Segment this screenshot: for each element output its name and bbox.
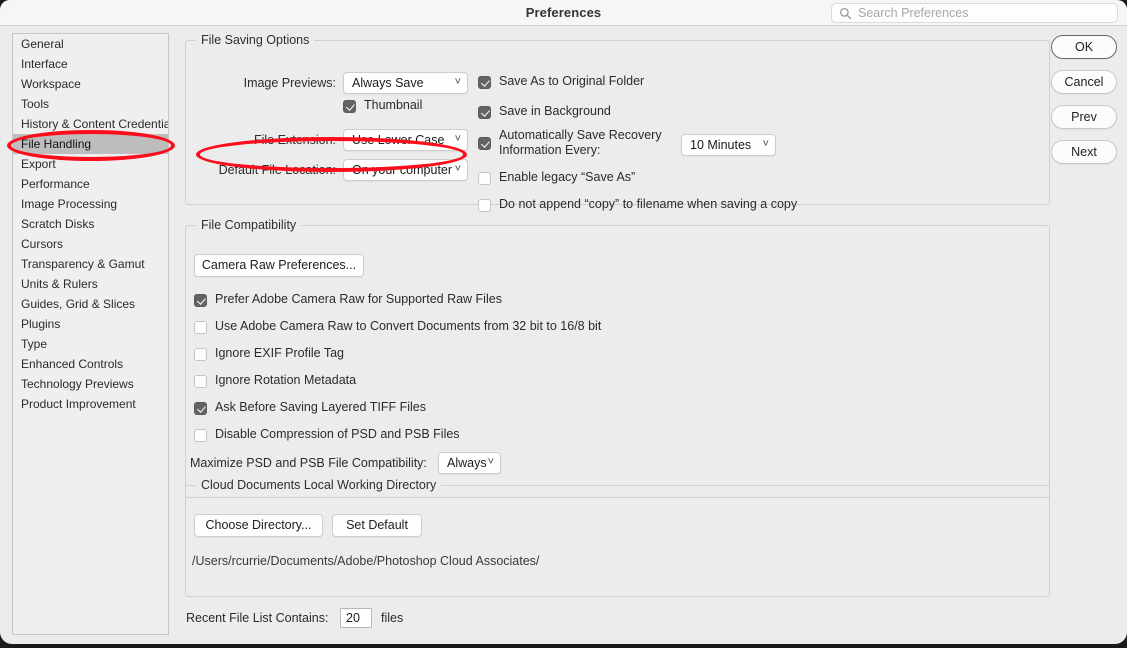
sidebar-item-file-handling[interactable]: File Handling	[13, 134, 168, 154]
sidebar-item-enhanced-controls[interactable]: Enhanced Controls	[13, 354, 168, 374]
file-saving-options-group: File Saving Options Image Previews: Alwa…	[185, 33, 1050, 212]
ok-button[interactable]: OK	[1051, 35, 1117, 59]
preferences-sidebar[interactable]: General Interface Workspace Tools Histor…	[12, 33, 169, 635]
autosave-recovery-label-line1: Automatically Save Recovery	[499, 128, 662, 142]
sidebar-item-product-improvement[interactable]: Product Improvement	[13, 394, 168, 414]
sidebar-item-performance[interactable]: Performance	[13, 174, 168, 194]
preferences-dialog: Preferences Search Preferences General I…	[0, 0, 1127, 644]
sidebar-item-cursors[interactable]: Cursors	[13, 234, 168, 254]
save-in-background-checkbox[interactable]	[478, 106, 491, 119]
cloud-documents-group: Cloud Documents Local Working Directory …	[185, 478, 1050, 597]
chevron-down-icon: ˅	[454, 133, 461, 145]
save-in-background-label: Save in Background	[499, 104, 611, 118]
sidebar-item-tools[interactable]: Tools	[13, 94, 168, 114]
chevron-down-icon: ˅	[762, 138, 769, 150]
disable-compression-label: Disable Compression of PSD and PSB Files	[215, 427, 460, 441]
sidebar-item-export[interactable]: Export	[13, 154, 168, 174]
sidebar-item-guides-grid-slices[interactable]: Guides, Grid & Slices	[13, 294, 168, 314]
prefer-camera-raw-label: Prefer Adobe Camera Raw for Supported Ra…	[215, 292, 502, 306]
convert-32bit-checkbox[interactable]	[194, 321, 207, 334]
prefer-camera-raw-checkbox[interactable]	[194, 294, 207, 307]
camera-raw-preferences-button[interactable]: Camera Raw Preferences...	[194, 254, 364, 277]
sidebar-item-history-credentials[interactable]: History & Content Credentials	[13, 114, 168, 134]
prev-button[interactable]: Prev	[1051, 105, 1117, 129]
default-file-location-select[interactable]: On your computer ˅	[343, 159, 468, 181]
recent-file-list-label: Recent File List Contains:	[186, 611, 329, 625]
thumbnail-label: Thumbnail	[364, 98, 423, 112]
default-file-location-label: Default File Location:	[218, 163, 336, 177]
enable-legacy-save-as-checkbox[interactable]	[478, 172, 491, 185]
image-previews-value: Always Save	[352, 76, 424, 90]
file-saving-options-legend: File Saving Options	[201, 33, 310, 47]
chevron-down-icon: ˅	[454, 163, 461, 175]
chevron-down-icon: ˅	[487, 456, 494, 468]
file-extension-value: Use Lower Case	[352, 133, 445, 147]
search-placeholder: Search Preferences	[858, 6, 969, 20]
sidebar-item-units-rulers[interactable]: Units & Rulers	[13, 274, 168, 294]
search-input[interactable]: Search Preferences	[831, 3, 1118, 23]
recent-file-list-input[interactable]: 20	[340, 608, 372, 628]
autosave-interval-value: 10 Minutes	[690, 138, 752, 152]
sidebar-item-general[interactable]: General	[13, 34, 168, 54]
ignore-rotation-metadata-checkbox[interactable]	[194, 375, 207, 388]
enable-legacy-save-as-label: Enable legacy “Save As”	[499, 170, 636, 184]
convert-32bit-label: Use Adobe Camera Raw to Convert Document…	[215, 319, 602, 333]
sidebar-item-technology-previews[interactable]: Technology Previews	[13, 374, 168, 394]
save-as-original-folder-checkbox[interactable]	[478, 76, 491, 89]
file-compatibility-group: File Compatibility Camera Raw Preference…	[185, 218, 1050, 498]
autosave-interval-select[interactable]: 10 Minutes ˅	[681, 134, 776, 156]
image-previews-label: Image Previews:	[243, 76, 336, 90]
sidebar-item-transparency-gamut[interactable]: Transparency & Gamut	[13, 254, 168, 274]
no-copy-suffix-checkbox[interactable]	[478, 199, 491, 212]
ignore-exif-profile-checkbox[interactable]	[194, 348, 207, 361]
sidebar-item-scratch-disks[interactable]: Scratch Disks	[13, 214, 168, 234]
no-copy-suffix-label: Do not append “copy” to filename when sa…	[499, 197, 798, 211]
search-icon	[839, 7, 852, 20]
ask-before-layered-tiff-checkbox[interactable]	[194, 402, 207, 415]
sidebar-item-plugins[interactable]: Plugins	[13, 314, 168, 334]
sidebar-item-interface[interactable]: Interface	[13, 54, 168, 74]
set-default-button[interactable]: Set Default	[332, 514, 422, 537]
file-compatibility-legend: File Compatibility	[201, 218, 297, 232]
thumbnail-checkbox[interactable]	[343, 100, 356, 113]
recent-file-list-unit: files	[381, 611, 404, 625]
ask-before-layered-tiff-label: Ask Before Saving Layered TIFF Files	[215, 400, 426, 414]
title-bar: Preferences Search Preferences	[0, 0, 1127, 26]
choose-directory-button[interactable]: Choose Directory...	[194, 514, 323, 537]
cancel-button[interactable]: Cancel	[1051, 70, 1117, 94]
sidebar-item-type[interactable]: Type	[13, 334, 168, 354]
default-file-location-value: On your computer	[352, 163, 453, 177]
sidebar-item-image-processing[interactable]: Image Processing	[13, 194, 168, 214]
image-previews-select[interactable]: Always Save ˅	[343, 72, 468, 94]
next-button[interactable]: Next	[1051, 140, 1117, 164]
maximize-compatibility-select[interactable]: Always ˅	[438, 452, 501, 474]
autosave-recovery-checkbox[interactable]	[478, 137, 491, 150]
autosave-recovery-label-line2: Information Every:	[499, 143, 601, 157]
sidebar-item-workspace[interactable]: Workspace	[13, 74, 168, 94]
file-extension-select[interactable]: Use Lower Case ˅	[343, 129, 468, 151]
maximize-compatibility-label: Maximize PSD and PSB File Compatibility:	[190, 456, 427, 470]
ignore-rotation-metadata-label: Ignore Rotation Metadata	[215, 373, 357, 387]
ignore-exif-profile-label: Ignore EXIF Profile Tag	[215, 346, 345, 360]
chevron-down-icon: ˅	[454, 76, 461, 88]
maximize-compatibility-value: Always	[447, 456, 487, 470]
cloud-working-directory-path: /Users/rcurrie/Documents/Adobe/Photoshop…	[192, 554, 540, 568]
file-extension-label: File Extension:	[254, 133, 336, 147]
disable-compression-checkbox[interactable]	[194, 429, 207, 442]
cloud-documents-legend: Cloud Documents Local Working Directory	[201, 478, 437, 492]
save-as-original-folder-label: Save As to Original Folder	[499, 74, 645, 88]
